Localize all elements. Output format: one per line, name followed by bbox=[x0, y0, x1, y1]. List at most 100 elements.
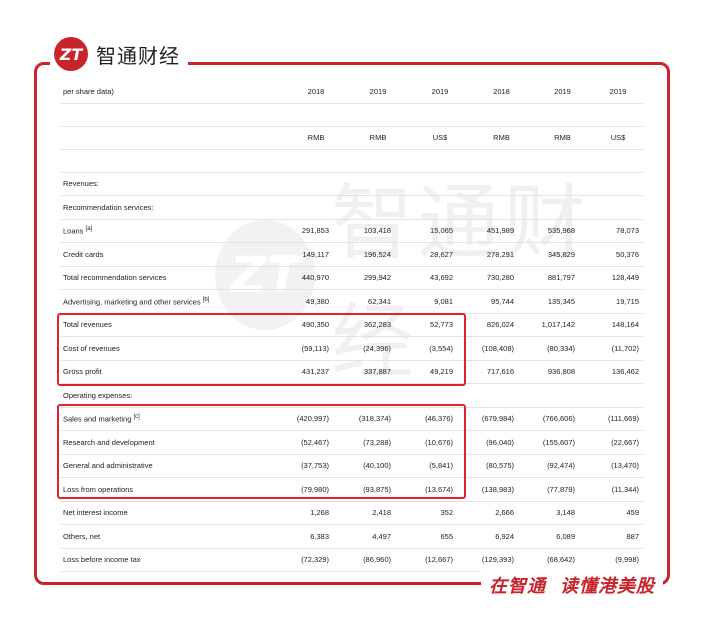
blank-cell bbox=[532, 103, 593, 127]
row-label-text: Loss before income tax bbox=[63, 555, 141, 565]
value-cell: 43,692 bbox=[409, 266, 471, 290]
blank-cell bbox=[285, 103, 347, 127]
row-label-text: Loans bbox=[63, 226, 84, 236]
value-cell bbox=[593, 172, 643, 196]
value-cell: (679,984) bbox=[471, 407, 532, 431]
year-header: 2018 bbox=[471, 80, 532, 104]
row-label-text: Recommendation services: bbox=[63, 202, 154, 212]
value-cell: 451,989 bbox=[471, 219, 532, 243]
row-label: Others, net bbox=[61, 524, 285, 549]
row-label-text: Credit cards bbox=[63, 249, 104, 259]
value-cell: 4,497 bbox=[347, 524, 409, 549]
table-row: Revenues: bbox=[61, 172, 643, 196]
blank-cell bbox=[409, 149, 471, 173]
value-cell: 6,383 bbox=[285, 524, 347, 549]
table-row: Others, net 6,383 4,497 655 6,924 6,089 887 bbox=[61, 524, 643, 549]
value-cell: (138,983) bbox=[471, 477, 532, 502]
table-row: Recommendation services: bbox=[61, 195, 643, 220]
value-cell: (77,879) bbox=[532, 477, 593, 502]
value-cell: 887 bbox=[593, 524, 643, 549]
row-label: Credit cards bbox=[61, 242, 285, 267]
blank-cell bbox=[593, 149, 643, 173]
value-cell: (11,344) bbox=[593, 477, 643, 502]
value-cell bbox=[471, 383, 532, 408]
value-cell: 15,065 bbox=[409, 219, 471, 243]
value-cell: (13,470) bbox=[593, 454, 643, 478]
year-header: 2019 bbox=[409, 80, 471, 104]
blank-cell bbox=[347, 103, 409, 127]
value-cell: 352 bbox=[409, 501, 471, 525]
row-label: Loans [a] bbox=[61, 219, 285, 243]
blank-row bbox=[61, 103, 643, 127]
row-label-text: Revenues: bbox=[63, 179, 99, 189]
value-cell bbox=[285, 195, 347, 220]
blank-cell bbox=[471, 103, 532, 127]
brand-name: 智通财经 bbox=[96, 43, 180, 68]
value-cell: (129,393) bbox=[471, 548, 532, 572]
value-cell: 6,089 bbox=[532, 524, 593, 549]
value-cell: 148,164 bbox=[593, 313, 643, 337]
value-cell: 9,081 bbox=[409, 289, 471, 314]
header-label: per share data) bbox=[61, 80, 285, 104]
row-label: Loss before income tax bbox=[61, 548, 285, 572]
value-cell: (108,408) bbox=[471, 336, 532, 361]
table-row: Total recommendation services 440,970 299,… bbox=[61, 266, 643, 290]
value-cell bbox=[532, 195, 593, 220]
value-cell: (11,702) bbox=[593, 336, 643, 361]
year-header: 2019 bbox=[532, 80, 593, 104]
value-cell: 95,744 bbox=[471, 289, 532, 314]
blank-cell bbox=[471, 149, 532, 173]
year-header: 2019 bbox=[347, 80, 409, 104]
value-cell: 440,970 bbox=[285, 266, 347, 290]
blank-cell bbox=[285, 149, 347, 173]
value-cell: 128,449 bbox=[593, 266, 643, 290]
row-label: Total recommendation services bbox=[61, 266, 285, 290]
value-cell bbox=[347, 172, 409, 196]
value-cell: 730,280 bbox=[471, 266, 532, 290]
footnote-marker: [a] bbox=[85, 226, 93, 232]
row-label-text: Total recommendation services bbox=[63, 273, 167, 283]
value-cell: (9,998) bbox=[593, 548, 643, 572]
row-label: Advertising, marketing and other service… bbox=[61, 289, 285, 314]
currency-header: RMB bbox=[532, 126, 593, 150]
blank-cell bbox=[61, 103, 285, 127]
row-label-text: Others, net bbox=[63, 531, 101, 541]
value-cell: 78,073 bbox=[593, 219, 643, 243]
row-label-text: Advertising, marketing and other service… bbox=[63, 297, 201, 306]
value-cell: 345,829 bbox=[532, 242, 593, 267]
highlight-box-revenues bbox=[57, 313, 466, 386]
table-row: Net interest income 1,268 2,418 352 2,666 3,1… bbox=[61, 501, 643, 525]
value-cell bbox=[409, 172, 471, 196]
value-cell bbox=[471, 195, 532, 220]
value-cell: (68,642) bbox=[532, 548, 593, 572]
table-row: Loss before income tax (72,329) (86,960) (1… bbox=[61, 548, 643, 572]
slogan-part-1: 在智通 bbox=[489, 576, 546, 597]
currency-header: RMB bbox=[471, 126, 532, 150]
table-row: Credit cards 149,117 196,524 28,627 278,291 3… bbox=[61, 242, 643, 267]
highlight-box-operating-expenses bbox=[57, 404, 466, 499]
blank-cell bbox=[347, 149, 409, 173]
year-header: 2018 bbox=[285, 80, 347, 104]
value-cell: 49,380 bbox=[285, 289, 347, 314]
row-label-text: Operating expenses: bbox=[63, 390, 133, 400]
value-cell: (22,667) bbox=[593, 430, 643, 455]
slogan: 在智通 读懂港美股 bbox=[481, 571, 663, 599]
currency-header: RMB bbox=[347, 126, 409, 150]
brand-logo: ZT 智通财经 bbox=[50, 34, 188, 74]
value-cell bbox=[409, 195, 471, 220]
value-cell: 196,524 bbox=[347, 242, 409, 267]
value-cell: (80,575) bbox=[471, 454, 532, 478]
value-cell: 459 bbox=[593, 501, 643, 525]
value-cell: 826,024 bbox=[471, 313, 532, 337]
blank-cell bbox=[593, 103, 643, 127]
value-cell: 1,017,142 bbox=[532, 313, 593, 337]
value-cell: (111,669) bbox=[593, 407, 643, 431]
value-cell: 535,968 bbox=[532, 219, 593, 243]
currency-header: US$ bbox=[593, 126, 643, 150]
value-cell bbox=[593, 383, 643, 408]
zhitong-logo-icon: ZT bbox=[54, 37, 88, 71]
value-cell: 655 bbox=[409, 524, 471, 549]
value-cell: 717,616 bbox=[471, 360, 532, 384]
row-label-text: Net interest income bbox=[63, 508, 128, 518]
value-cell: 3,148 bbox=[532, 501, 593, 525]
